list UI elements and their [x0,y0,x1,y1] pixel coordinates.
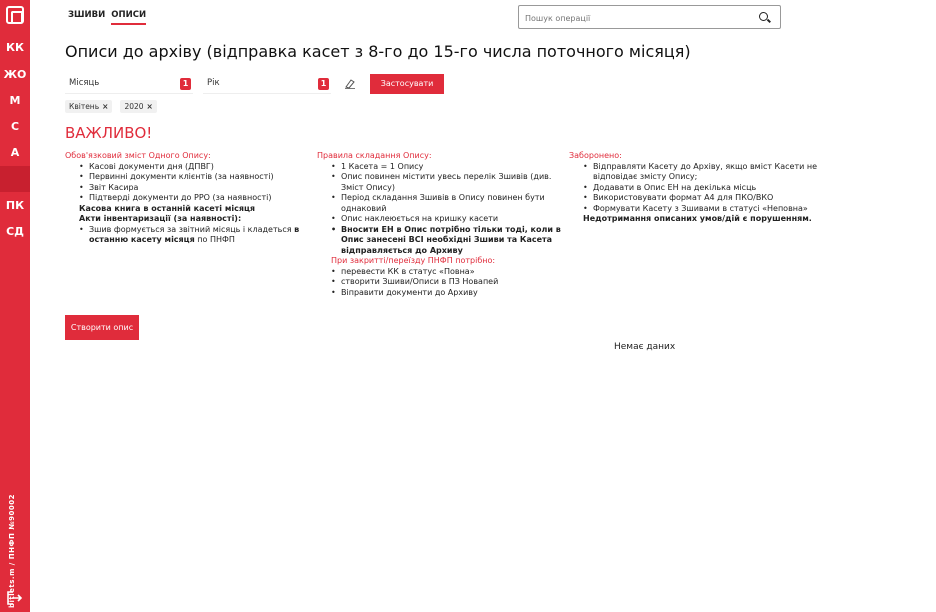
sidebar-item-pk[interactable]: ПК [0,194,30,218]
sub-heading: Акти інвентаризації (за наявності): [79,214,242,223]
list-item: Зшив формується за звітний місяць і клад… [65,225,315,246]
list-item: Підтверді документи до РРО (за наявності… [65,193,315,204]
active-filters: Квітень × 2020 × [65,100,157,113]
list-item: Використовувати формат А4 для ПКО/ВКО [569,193,819,204]
warning-footer: Недотримання описаних умов/дій є порушен… [583,214,812,223]
tab-zshyvy[interactable]: ЗШИВИ [68,10,105,25]
list-item: Формувати Касету з Зшивами в статусі «Не… [569,204,819,215]
year-count-badge: 1 [318,78,329,90]
list-item: Первинні документи клієнтів (за наявност… [65,172,315,183]
page-title: Описи до архіву (відправка касет з 8-го … [65,42,691,61]
filter-chip-month: Квітень × [65,100,113,113]
brand-logo-icon[interactable] [6,6,24,24]
month-select[interactable]: Місяць 1 [65,74,193,94]
year-select[interactable]: Рік 1 [203,74,331,94]
sidebar-item-zho[interactable]: ЖО [0,63,30,87]
search-icon[interactable] [759,12,768,21]
year-select-label: Рік [207,78,220,88]
sidebar: КК ЖО М С А ПК СД bitlets.m / ПНФП №9000… [0,0,30,612]
list-item: створити Зшиви/Описи в ПЗ Новапей [317,277,567,288]
column-heading: Обов'язковий зміст Одного Опису: [65,151,211,160]
month-count-badge: 1 [180,78,191,90]
close-icon[interactable]: × [102,102,108,111]
column-heading: При закритті/переїзду ПНФП потрібно: [331,256,496,265]
sidebar-item-a[interactable]: А [0,141,30,165]
list-item: перевести КК в статус «Повна» [317,267,567,278]
filter-chip-year: 2020 × [120,100,157,113]
sidebar-item-kk[interactable]: КК [0,36,30,60]
filter-chip-label: Квітень [69,102,100,111]
list-item: Відправляти Касету до Архіву, якщо вміст… [569,162,819,183]
rules-column: Правила складання Опису: 1 Касета = 1 Оп… [317,151,567,298]
important-heading: ВАЖЛИВО! [65,124,153,142]
close-icon[interactable]: × [147,102,153,111]
tab-opysy[interactable]: ОПИСИ [111,10,147,25]
list-item: Період складання Зшивів в Опису повинен … [317,193,567,214]
search-box [518,5,781,30]
column-heading: Правила складання Опису: [317,151,432,160]
filter-chip-label: 2020 [124,102,144,111]
sidebar-item-s[interactable]: С [0,115,30,139]
eraser-icon[interactable] [344,79,356,89]
sidebar-item-m[interactable]: М [0,89,30,113]
list-item: 1 Касета = 1 Опису [317,162,567,173]
list-item: Віправити документи до Архиву [317,288,567,299]
list-item-text: Зшив формується за звітний місяць і клад… [89,224,295,234]
search-input[interactable] [519,7,739,30]
apply-button[interactable]: Застосувати [370,74,444,94]
required-content-column: Обов'язковий зміст Одного Опису: Касові … [65,151,315,246]
sub-heading: Касова книга в останній касеті місяця [79,203,256,213]
list-item: Опис наклеюється на кришку касети [317,214,567,225]
top-tabs: ЗШИВИ ОПИСИ [68,10,147,25]
list-item: Звіт Касира [65,183,315,194]
list-item-text: по ПНФП [194,235,235,244]
column-heading: Заборонено: [569,151,622,160]
list-item: Вносити ЕН в Опис потрібно тільки тоді, … [317,225,567,257]
list-item: Опис повинен містити увесь перелік Зшиві… [317,172,567,193]
list-item: Додавати в Опис ЕН на декілька місць [569,183,819,194]
empty-state-text: Немає даних [614,342,676,352]
month-select-label: Місяць [69,78,100,88]
create-inventory-button[interactable]: Створити опис [65,315,139,340]
sidebar-divider [0,166,30,192]
list-item: Касові документи дня (ДПВГ) [65,162,315,173]
sidebar-item-sd[interactable]: СД [0,220,30,244]
forbidden-column: Заборонено: Відправляти Касету до Архіву… [569,151,819,225]
logout-icon[interactable] [7,591,23,605]
